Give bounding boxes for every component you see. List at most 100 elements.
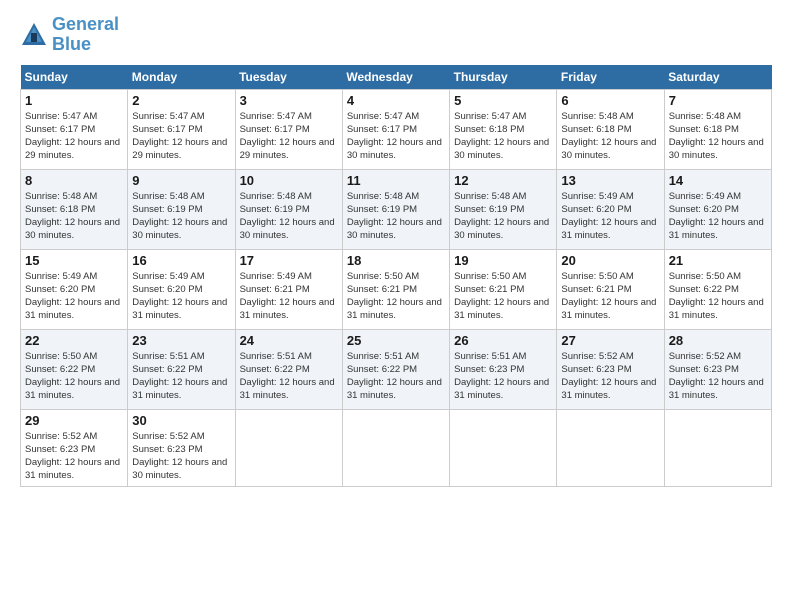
- calendar-cell: 28 Sunrise: 5:52 AMSunset: 6:23 PMDayligh…: [664, 329, 771, 409]
- weekday-monday: Monday: [128, 65, 235, 90]
- calendar-table: SundayMondayTuesdayWednesdayThursdayFrid…: [20, 65, 772, 487]
- day-number: 18: [347, 253, 445, 268]
- logo: General Blue: [20, 15, 119, 55]
- weekday-friday: Friday: [557, 65, 664, 90]
- page: General Blue SundayMondayTuesdayWednesda…: [0, 0, 792, 612]
- day-info: Sunrise: 5:48 AMSunset: 6:19 PMDaylight:…: [132, 190, 230, 243]
- calendar-cell: 6 Sunrise: 5:48 AMSunset: 6:18 PMDaylight…: [557, 89, 664, 169]
- day-number: 7: [669, 93, 767, 108]
- calendar-week-4: 22 Sunrise: 5:50 AMSunset: 6:22 PMDayligh…: [21, 329, 772, 409]
- day-number: 15: [25, 253, 123, 268]
- day-info: Sunrise: 5:47 AMSunset: 6:17 PMDaylight:…: [347, 110, 445, 163]
- day-number: 1: [25, 93, 123, 108]
- day-number: 26: [454, 333, 552, 348]
- day-number: 17: [240, 253, 338, 268]
- calendar-cell: 1 Sunrise: 5:47 AMSunset: 6:17 PMDaylight…: [21, 89, 128, 169]
- day-info: Sunrise: 5:50 AMSunset: 6:22 PMDaylight:…: [669, 270, 767, 323]
- calendar-cell: 16Sunrise: 5:49 AMSunset: 6:20 PMDayligh…: [128, 249, 235, 329]
- calendar-cell: [235, 409, 342, 486]
- day-info: Sunrise: 5:49 AMSunset: 6:20 PMDaylight:…: [669, 190, 767, 243]
- calendar-cell: 8Sunrise: 5:48 AMSunset: 6:18 PMDaylight…: [21, 169, 128, 249]
- calendar-week-5: 29 Sunrise: 5:52 AMSunset: 6:23 PMDayligh…: [21, 409, 772, 486]
- logo-general: General: [52, 14, 119, 34]
- day-number: 10: [240, 173, 338, 188]
- day-number: 14: [669, 173, 767, 188]
- day-number: 25: [347, 333, 445, 348]
- calendar-cell: 2Sunrise: 5:47 AMSunset: 6:17 PMDaylight…: [128, 89, 235, 169]
- calendar-cell: 29 Sunrise: 5:52 AMSunset: 6:23 PMDayligh…: [21, 409, 128, 486]
- calendar-cell: 21 Sunrise: 5:50 AMSunset: 6:22 PMDayligh…: [664, 249, 771, 329]
- day-info: Sunrise: 5:48 AMSunset: 6:18 PMDaylight:…: [561, 110, 659, 163]
- day-info: Sunrise: 5:49 AMSunset: 6:21 PMDaylight:…: [240, 270, 338, 323]
- day-info: Sunrise: 5:51 AMSunset: 6:23 PMDaylight:…: [454, 350, 552, 403]
- calendar-cell: 27 Sunrise: 5:52 AMSunset: 6:23 PMDayligh…: [557, 329, 664, 409]
- day-info: Sunrise: 5:47 AMSunset: 6:17 PMDaylight:…: [25, 110, 123, 163]
- calendar-cell: 19 Sunrise: 5:50 AMSunset: 6:21 PMDayligh…: [450, 249, 557, 329]
- day-number: 28: [669, 333, 767, 348]
- weekday-sunday: Sunday: [21, 65, 128, 90]
- day-number: 30: [132, 413, 230, 428]
- day-number: 29: [25, 413, 123, 428]
- calendar-cell: 9 Sunrise: 5:48 AMSunset: 6:19 PMDaylight…: [128, 169, 235, 249]
- day-info: Sunrise: 5:50 AMSunset: 6:21 PMDaylight:…: [347, 270, 445, 323]
- day-number: 21: [669, 253, 767, 268]
- calendar-cell: 25 Sunrise: 5:51 AMSunset: 6:22 PMDayligh…: [342, 329, 449, 409]
- day-info: Sunrise: 5:52 AMSunset: 6:23 PMDaylight:…: [25, 430, 123, 483]
- day-info: Sunrise: 5:51 AMSunset: 6:22 PMDaylight:…: [240, 350, 338, 403]
- calendar-cell: 18 Sunrise: 5:50 AMSunset: 6:21 PMDayligh…: [342, 249, 449, 329]
- day-number: 9: [132, 173, 230, 188]
- weekday-thursday: Thursday: [450, 65, 557, 90]
- calendar-cell: 24Sunrise: 5:51 AMSunset: 6:22 PMDayligh…: [235, 329, 342, 409]
- calendar-week-2: 8Sunrise: 5:48 AMSunset: 6:18 PMDaylight…: [21, 169, 772, 249]
- day-number: 13: [561, 173, 659, 188]
- calendar-cell: [450, 409, 557, 486]
- day-info: Sunrise: 5:50 AMSunset: 6:21 PMDaylight:…: [454, 270, 552, 323]
- day-number: 6: [561, 93, 659, 108]
- calendar-cell: 30 Sunrise: 5:52 AMSunset: 6:23 PMDayligh…: [128, 409, 235, 486]
- day-info: Sunrise: 5:48 AMSunset: 6:18 PMDaylight:…: [669, 110, 767, 163]
- day-number: 4: [347, 93, 445, 108]
- logo-icon: [20, 21, 48, 49]
- calendar-week-1: 1 Sunrise: 5:47 AMSunset: 6:17 PMDaylight…: [21, 89, 772, 169]
- day-info: Sunrise: 5:50 AMSunset: 6:22 PMDaylight:…: [25, 350, 123, 403]
- calendar-cell: 20 Sunrise: 5:50 AMSunset: 6:21 PMDayligh…: [557, 249, 664, 329]
- calendar-cell: 7 Sunrise: 5:48 AMSunset: 6:18 PMDaylight…: [664, 89, 771, 169]
- day-number: 11: [347, 173, 445, 188]
- day-info: Sunrise: 5:50 AMSunset: 6:21 PMDaylight:…: [561, 270, 659, 323]
- day-number: 19: [454, 253, 552, 268]
- day-number: 16: [132, 253, 230, 268]
- day-number: 2: [132, 93, 230, 108]
- calendar-cell: [342, 409, 449, 486]
- weekday-header-row: SundayMondayTuesdayWednesdayThursdayFrid…: [21, 65, 772, 90]
- header: General Blue: [20, 15, 772, 55]
- day-number: 12: [454, 173, 552, 188]
- calendar-cell: [557, 409, 664, 486]
- weekday-saturday: Saturday: [664, 65, 771, 90]
- calendar-cell: 17 Sunrise: 5:49 AMSunset: 6:21 PMDayligh…: [235, 249, 342, 329]
- day-info: Sunrise: 5:47 AMSunset: 6:17 PMDaylight:…: [240, 110, 338, 163]
- day-number: 20: [561, 253, 659, 268]
- calendar-cell: 12 Sunrise: 5:48 AMSunset: 6:19 PMDayligh…: [450, 169, 557, 249]
- day-number: 23: [132, 333, 230, 348]
- weekday-wednesday: Wednesday: [342, 65, 449, 90]
- calendar-cell: 26 Sunrise: 5:51 AMSunset: 6:23 PMDayligh…: [450, 329, 557, 409]
- day-info: Sunrise: 5:49 AMSunset: 6:20 PMDaylight:…: [561, 190, 659, 243]
- calendar-cell: 11Sunrise: 5:48 AMSunset: 6:19 PMDayligh…: [342, 169, 449, 249]
- day-number: 22: [25, 333, 123, 348]
- day-info: Sunrise: 5:48 AMSunset: 6:19 PMDaylight:…: [240, 190, 338, 243]
- day-number: 27: [561, 333, 659, 348]
- calendar-cell: 13 Sunrise: 5:49 AMSunset: 6:20 PMDayligh…: [557, 169, 664, 249]
- calendar-week-3: 15Sunrise: 5:49 AMSunset: 6:20 PMDayligh…: [21, 249, 772, 329]
- day-number: 5: [454, 93, 552, 108]
- day-info: Sunrise: 5:51 AMSunset: 6:22 PMDaylight:…: [347, 350, 445, 403]
- day-info: Sunrise: 5:52 AMSunset: 6:23 PMDaylight:…: [669, 350, 767, 403]
- day-info: Sunrise: 5:52 AMSunset: 6:23 PMDaylight:…: [561, 350, 659, 403]
- logo-blue: Blue: [52, 34, 91, 54]
- day-info: Sunrise: 5:48 AMSunset: 6:19 PMDaylight:…: [454, 190, 552, 243]
- day-info: Sunrise: 5:51 AMSunset: 6:22 PMDaylight:…: [132, 350, 230, 403]
- day-info: Sunrise: 5:52 AMSunset: 6:23 PMDaylight:…: [132, 430, 230, 483]
- calendar-cell: 3Sunrise: 5:47 AMSunset: 6:17 PMDaylight…: [235, 89, 342, 169]
- day-number: 8: [25, 173, 123, 188]
- calendar-cell: 15Sunrise: 5:49 AMSunset: 6:20 PMDayligh…: [21, 249, 128, 329]
- calendar-cell: 23 Sunrise: 5:51 AMSunset: 6:22 PMDayligh…: [128, 329, 235, 409]
